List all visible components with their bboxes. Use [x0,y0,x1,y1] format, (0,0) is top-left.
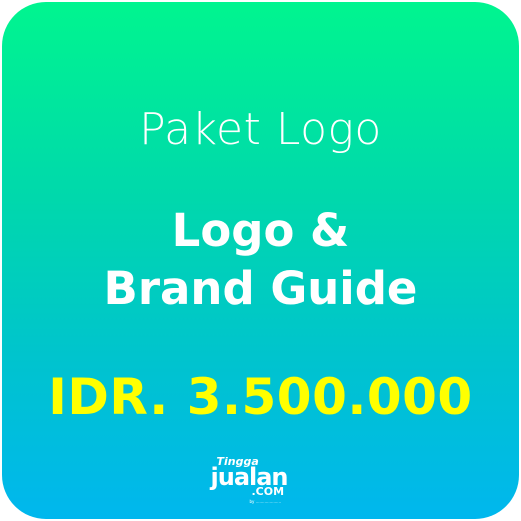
brand-logo-tagline: by .................... [249,499,282,504]
package-subtitle: Paket Logo [139,104,382,155]
package-price: IDR. 3.500.000 [48,368,473,426]
package-title: Logo & Brand Guide [2,202,519,318]
package-card: Paket Logo Logo & Brand Guide IDR. 3.500… [2,2,519,519]
brand-logo-mark: Tingga jualan .COM by ..................… [206,454,316,506]
brand-logo: Tingga jualan .COM by ..................… [2,454,519,506]
package-title-line-2: Brand Guide [103,262,418,315]
brand-logo-suffix: .COM [251,485,285,498]
package-title-line-1: Logo & [171,204,350,257]
